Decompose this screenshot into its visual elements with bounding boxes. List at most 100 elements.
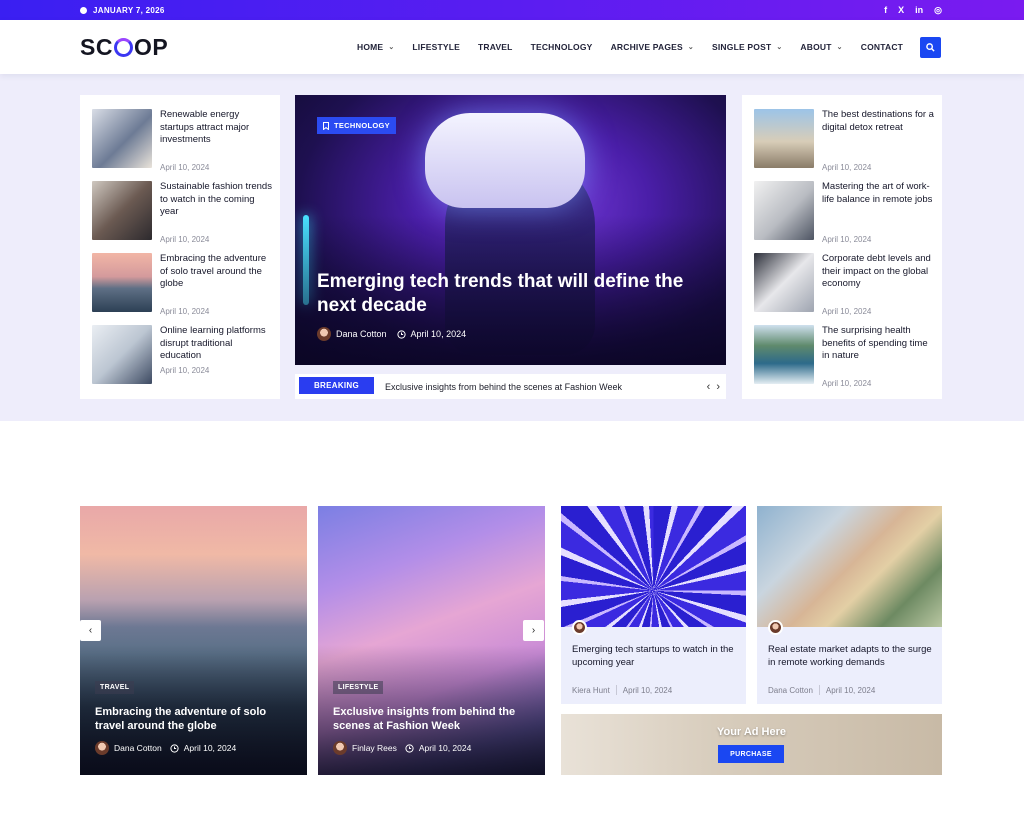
post-date: April 10, 2024 <box>825 685 876 695</box>
post-title[interactable]: Online learning platforms disrupt tradit… <box>160 325 272 363</box>
nav-label: ABOUT <box>800 42 832 52</box>
slider-next-button[interactable]: › <box>523 620 544 641</box>
post-date: April 10, 2024 <box>160 235 210 244</box>
vr-headset-image <box>425 113 585 208</box>
author[interactable]: Finlay Rees <box>333 741 397 755</box>
list-item[interactable]: Corporate debt levels and their impact o… <box>754 253 934 316</box>
avatar <box>95 741 109 755</box>
post-meta: Kiera Hunt April 10, 2024 <box>572 685 672 695</box>
x-twitter-icon[interactable]: X <box>898 5 904 15</box>
author-name[interactable]: Dana Cotton <box>768 686 813 695</box>
chevron-down-icon: ⌄ <box>776 44 783 51</box>
chevron-down-icon: ⌄ <box>388 44 395 51</box>
post-thumbnail[interactable] <box>92 325 152 384</box>
ad-title: Your Ad Here <box>716 726 787 738</box>
card-title[interactable]: Embracing the adventure of solo travel a… <box>95 705 295 733</box>
post-image[interactable] <box>561 506 746 627</box>
avatar <box>333 741 347 755</box>
author[interactable]: Dana Cotton <box>95 741 162 755</box>
logo-text-right: OP <box>133 34 169 60</box>
list-item[interactable]: Mastering the art of work-life balance i… <box>754 181 934 244</box>
social-links: f X in ◎ <box>884 0 942 20</box>
post-date: April 10, 2024 <box>822 307 872 316</box>
purchase-button[interactable]: PURCHASE <box>718 745 784 763</box>
post-card[interactable]: TRAVEL Embracing the adventure of solo t… <box>80 506 307 775</box>
site-logo[interactable]: SC OP <box>80 34 168 61</box>
logo-ring-icon <box>113 38 133 57</box>
post-date: April 10, 2024 <box>160 163 210 172</box>
post-thumbnail[interactable] <box>92 109 152 168</box>
post-title[interactable]: Sustainable fashion trends to watch in t… <box>160 181 272 219</box>
list-item[interactable]: The surprising health benefits of spendi… <box>754 325 934 388</box>
chevron-left-icon[interactable]: ‹ <box>707 381 711 393</box>
top-bar: JANUARY 7, 2026 f X in ◎ <box>0 0 1024 20</box>
post-date: April 10, 2024 <box>160 366 210 375</box>
linkedin-icon[interactable]: in <box>915 5 923 15</box>
chevron-right-icon[interactable]: › <box>716 381 720 393</box>
card-title[interactable]: Emerging tech startups to watch in the u… <box>572 644 742 669</box>
nav-item-contact[interactable]: CONTACT <box>861 42 903 52</box>
post-title[interactable]: The best destinations for a digital deto… <box>822 109 934 134</box>
author-name: Dana Cotton <box>114 743 162 753</box>
list-item[interactable]: Sustainable fashion trends to watch in t… <box>92 181 272 244</box>
category-tag[interactable]: TECHNOLOGY <box>317 117 396 134</box>
post-title[interactable]: The surprising health benefits of spendi… <box>822 325 934 363</box>
nav-item-home[interactable]: HOME ⌄ <box>357 42 394 52</box>
chevron-left-icon: ‹ <box>88 625 93 636</box>
clock-icon <box>80 6 87 14</box>
nav-item-lifestyle[interactable]: LIFESTYLE <box>412 42 460 52</box>
post-card[interactable]: Emerging tech startups to watch in the u… <box>561 506 746 704</box>
search-button[interactable] <box>920 37 941 58</box>
post-date: April 10, 2024 <box>822 235 872 244</box>
featured-post[interactable]: TECHNOLOGY Emerging tech trends that wil… <box>295 95 726 365</box>
post-thumbnail[interactable] <box>754 325 814 384</box>
post-thumbnail[interactable] <box>92 181 152 240</box>
post-thumbnail[interactable] <box>754 181 814 240</box>
card-title[interactable]: Exclusive insights from behind the scene… <box>333 705 533 733</box>
category-tag[interactable]: TRAVEL <box>95 681 135 694</box>
list-item[interactable]: The best destinations for a digital deto… <box>754 109 934 172</box>
nav-item-technology[interactable]: TECHNOLOGY <box>531 42 593 52</box>
post-image[interactable] <box>757 506 942 627</box>
clock-icon <box>170 743 179 753</box>
breaking-headline[interactable]: Exclusive insights from behind the scene… <box>385 374 622 399</box>
avatar <box>317 327 331 341</box>
ad-banner[interactable]: Your Ad Here PURCHASE <box>561 714 942 775</box>
top-date-text: JANUARY 7, 2026 <box>93 5 165 15</box>
category-tag[interactable]: LIFESTYLE <box>333 681 384 694</box>
post-thumbnail[interactable] <box>92 253 152 312</box>
featured-title[interactable]: Emerging tech trends that will define th… <box>317 270 707 318</box>
list-item[interactable]: Online learning platforms disrupt tradit… <box>92 325 272 385</box>
post-date: April 10, 2024 <box>622 685 673 695</box>
post-meta: Dana Cotton April 10, 2024 <box>95 741 236 755</box>
facebook-icon[interactable]: f <box>884 5 887 15</box>
author-name[interactable]: Kiera Hunt <box>572 686 610 695</box>
list-item[interactable]: Embracing the adventure of solo travel a… <box>92 253 272 316</box>
post-title[interactable]: Mastering the art of work-life balance i… <box>822 181 934 206</box>
post-meta: Dana Cotton April 10, 2024 <box>317 327 466 341</box>
nav-item-about[interactable]: ABOUT ⌄ <box>800 42 842 52</box>
nav-item-travel[interactable]: TRAVEL <box>478 42 513 52</box>
logo-text-left: SC <box>80 34 113 60</box>
avatar <box>572 620 587 635</box>
breaking-label: BREAKING <box>299 377 374 394</box>
slider-prev-button[interactable]: ‹ <box>80 620 101 641</box>
chevron-down-icon: ⌄ <box>836 44 843 51</box>
list-item[interactable]: Renewable energy startups attract major … <box>92 109 272 172</box>
card-title[interactable]: Real estate market adapts to the surge i… <box>768 644 938 669</box>
post-title[interactable]: Embracing the adventure of solo travel a… <box>160 253 272 291</box>
clock-icon <box>405 743 414 753</box>
post-thumbnail[interactable] <box>754 253 814 312</box>
instagram-icon[interactable]: ◎ <box>934 5 942 16</box>
post-thumbnail[interactable] <box>754 109 814 168</box>
post-title[interactable]: Corporate debt levels and their impact o… <box>822 253 934 291</box>
ticker-controls: ‹ › <box>707 374 720 399</box>
nav-item-single-post[interactable]: SINGLE POST ⌄ <box>712 42 782 52</box>
author-name: Finlay Rees <box>352 743 397 753</box>
author[interactable]: Dana Cotton <box>317 327 387 341</box>
post-card[interactable]: Real estate market adapts to the surge i… <box>757 506 942 704</box>
post-card[interactable]: LIFESTYLE Exclusive insights from behind… <box>318 506 545 775</box>
nav-item-archive-pages[interactable]: ARCHIVE PAGES ⌄ <box>611 42 694 52</box>
post-title[interactable]: Renewable energy startups attract major … <box>160 109 272 147</box>
post-date: April 10, 2024 <box>396 329 466 339</box>
